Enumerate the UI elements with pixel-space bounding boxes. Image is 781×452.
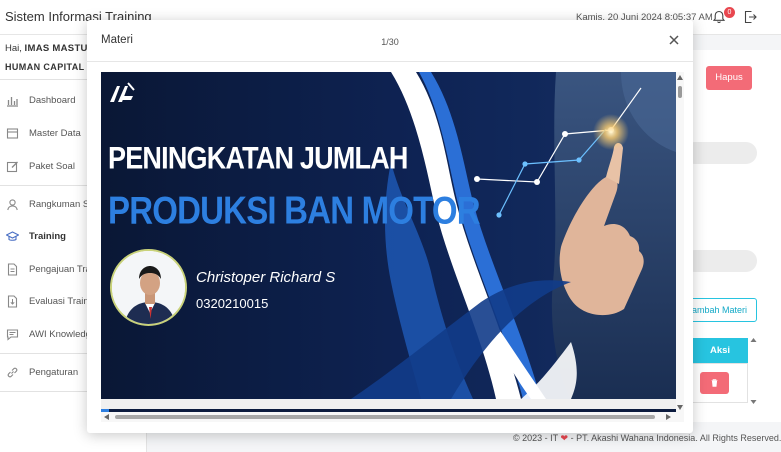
user-icon — [7, 199, 18, 211]
material-modal: Materi 1/30 PENINGKATAN JUMLAH PRODUKSI … — [87, 20, 693, 433]
input-field[interactable] — [684, 250, 757, 272]
vertical-scrollbar[interactable] — [676, 72, 684, 412]
modal-header: Materi 1/30 — [87, 20, 693, 62]
slide-page: PENINGKATAN JUMLAH PRODUKSI BAN MOTOR Ch… — [101, 72, 676, 399]
sidebar-item-label: Pengaturan — [29, 367, 79, 378]
sidebar-item-label: Master Data — [29, 128, 81, 139]
document-viewer[interactable]: PENINGKATAN JUMLAH PRODUKSI BAN MOTOR Ch… — [101, 72, 684, 422]
edit-icon — [6, 161, 18, 173]
input-field[interactable] — [684, 142, 757, 164]
trash-icon — [711, 379, 718, 387]
company-logo — [110, 82, 135, 102]
user-department: HUMAN CAPITAL — [5, 62, 85, 72]
footer: © 2023 - IT ❤ - PT. Akashi Wahana Indone… — [513, 433, 781, 444]
file-icon — [7, 263, 18, 276]
graduation-cap-icon — [6, 231, 19, 241]
slide-headline-line1: PENINGKATAN JUMLAH — [108, 140, 408, 176]
sidebar-item-label: Dashboard — [29, 95, 76, 106]
comment-icon — [6, 329, 19, 341]
heart-icon: ❤ — [560, 433, 569, 443]
footer-text-suffix: - PT. Akashi Wahana Indonesia. All Right… — [570, 433, 781, 443]
presenter-photo — [110, 249, 187, 326]
file-download-icon — [7, 295, 18, 308]
logout-icon[interactable] — [743, 10, 757, 24]
slide-background — [101, 72, 676, 399]
notification-badge: 0 — [724, 7, 735, 18]
sidebar-item-label: Paket Soal — [29, 161, 75, 172]
presenter-name: Christoper Richard S — [196, 269, 336, 286]
greeting-text: Hai, — [5, 43, 22, 54]
link-icon — [7, 367, 18, 378]
add-material-button[interactable]: Tambah Materi — [684, 298, 757, 322]
page-counter: 1/30 — [381, 37, 399, 47]
database-icon — [6, 128, 19, 139]
footer-text-prefix: © 2023 - IT — [513, 433, 558, 443]
horizontal-scrollbar[interactable] — [101, 412, 684, 422]
sidebar-item-label: Training — [29, 231, 66, 242]
table-header-action: Aksi — [692, 338, 748, 363]
table-scrollbar[interactable] — [749, 336, 758, 406]
close-icon[interactable] — [668, 34, 680, 46]
presenter-id: 0320210015 — [196, 296, 269, 311]
row-delete-button[interactable] — [700, 372, 729, 394]
slide-headline-line2: PRODUKSI BAN MOTOR — [108, 188, 481, 232]
chart-bar-icon — [7, 97, 18, 107]
delete-button[interactable]: Hapus — [706, 66, 752, 90]
